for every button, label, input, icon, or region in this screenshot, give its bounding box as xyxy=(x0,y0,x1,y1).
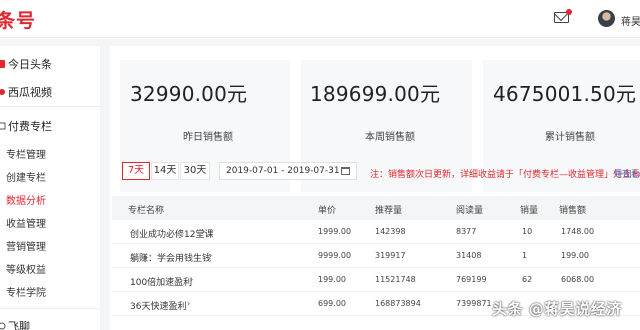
feiliao-icon xyxy=(0,320,6,330)
chevron-down-icon: ⌄ xyxy=(40,58,47,67)
sidebar-sub-create-column[interactable]: 创建专栏 xyxy=(6,169,46,184)
sidebar-item-label: 飞聊 xyxy=(8,320,30,330)
column-header: 推荐量 xyxy=(375,206,403,216)
table-row[interactable]: 躺赚：学会用钱生钱 › 9999.00 319917 31408 1 199.0… xyxy=(112,244,640,268)
xigua-icon xyxy=(0,86,6,95)
read-count: 769199 xyxy=(456,275,487,284)
app-logo[interactable]: 条号 xyxy=(0,6,36,33)
range-14-days-button[interactable]: 14天 xyxy=(151,162,179,180)
stat-value: 32990.00元 xyxy=(130,82,248,106)
chevron-up-icon: ⌃ xyxy=(40,120,47,129)
stat-value: 189699.00元 xyxy=(310,82,441,106)
column-header: 阅读量 xyxy=(456,206,484,216)
top-bar: 条号 蒋昊 xyxy=(0,0,640,38)
sidebar-sub-column-manage[interactable]: 专栏管理 xyxy=(6,146,46,161)
read-count: 8377 xyxy=(456,227,477,236)
notification-dot xyxy=(566,9,572,15)
stat-caption: 累计销售额 xyxy=(545,132,595,143)
chevron-down-icon: ⌄ xyxy=(40,86,47,95)
sales-count: 1 xyxy=(522,251,528,260)
chevron-right-icon[interactable]: › xyxy=(202,227,205,236)
stat-caption: 本周销售额 xyxy=(365,132,415,143)
price: 1999.00 xyxy=(318,227,352,236)
sidebar-sub-marketing-manage[interactable]: 营销管理 xyxy=(6,238,46,253)
column-name[interactable]: 躺赚：学会用钱生钱 xyxy=(130,251,211,264)
table-row[interactable]: 100倍加速盈利 › 199.00 11521748 769199 62 606… xyxy=(112,268,640,292)
recommend-count: 142398 xyxy=(375,227,406,236)
revenue: 1748.00 xyxy=(561,227,595,236)
column-header: 销量 xyxy=(520,206,539,216)
date-range-value: 2019-07-01 - 2019-07-31 xyxy=(226,166,340,176)
column-header: 专栏名称 xyxy=(128,206,165,216)
recommend-count: 11521748 xyxy=(375,275,416,284)
avatar[interactable] xyxy=(598,10,615,27)
revenue: 6068.00 xyxy=(561,275,595,284)
recommend-count: 319917 xyxy=(375,251,406,260)
sidebar-sub-data-analysis[interactable]: 数据分析 xyxy=(6,192,46,207)
price: 699.00 xyxy=(318,299,346,308)
column-name[interactable]: 36天快速盈利 xyxy=(130,299,186,312)
toutiao-icon xyxy=(0,58,6,68)
sales-count: 62 xyxy=(522,275,533,284)
chevron-right-icon[interactable]: › xyxy=(209,251,212,260)
range-30-days-button[interactable]: 30天 xyxy=(180,162,210,180)
chevron-right-icon[interactable]: › xyxy=(190,275,193,284)
sidebar-sub-column-academy[interactable]: 专栏学院 xyxy=(6,284,46,299)
sidebar-sub-revenue-manage[interactable]: 收益管理 xyxy=(6,215,46,230)
stat-caption: 昨日销售额 xyxy=(183,132,233,143)
watermark: 头条 @蒋昊说经济 xyxy=(492,300,622,318)
column-name[interactable]: 创业成功必修12堂课 xyxy=(130,227,213,240)
column-name[interactable]: 100倍加速盈利 xyxy=(130,275,192,288)
date-range-picker[interactable]: 2019-07-01 - 2019-07-31 xyxy=(219,162,357,180)
price: 199.00 xyxy=(318,275,346,284)
read-count: 7399871 xyxy=(456,299,492,308)
sales-count: 10 xyxy=(522,227,533,236)
sidebar-sub-level-rights[interactable]: 等级权益 xyxy=(6,261,46,276)
sidebar: 今日头条 ⌄ 西瓜视频 ⌄ 付费专栏 ⌃ 专栏管理 创建专栏 数据分析 收益管理… xyxy=(0,46,100,330)
column-header: 单价 xyxy=(318,206,337,216)
price: 9999.00 xyxy=(318,251,352,260)
recommend-count: 168873894 xyxy=(375,299,421,308)
revenue: 199.00 xyxy=(561,251,589,260)
calendar-icon[interactable] xyxy=(341,167,350,175)
table-header: 专栏名称 单价 推荐量 阅读量 销量 销售额 xyxy=(112,196,640,220)
export-link[interactable]: 导出Ex xyxy=(614,167,640,180)
sidebar-divider xyxy=(0,308,100,309)
stat-value: 4675001.50元 xyxy=(493,82,637,106)
sidebar-divider xyxy=(0,106,100,107)
main-panel: 32990.00元 昨日销售额 189699.00元 本周销售额 4675001… xyxy=(110,46,640,330)
column-header: 销售额 xyxy=(559,206,587,216)
read-count: 31408 xyxy=(456,251,482,260)
column-icon xyxy=(0,120,6,130)
table-row[interactable]: 创业成功必修12堂课 › 1999.00 142398 8377 10 1748… xyxy=(112,220,640,244)
user-name[interactable]: 蒋昊 xyxy=(621,13,640,28)
range-7-days-button[interactable]: 7天 xyxy=(122,162,150,180)
chevron-right-icon[interactable]: › xyxy=(187,299,190,308)
revenue-note: 注：销售额次日更新，详细收益请于「付费专栏—收益管理」处查看 xyxy=(370,170,640,180)
